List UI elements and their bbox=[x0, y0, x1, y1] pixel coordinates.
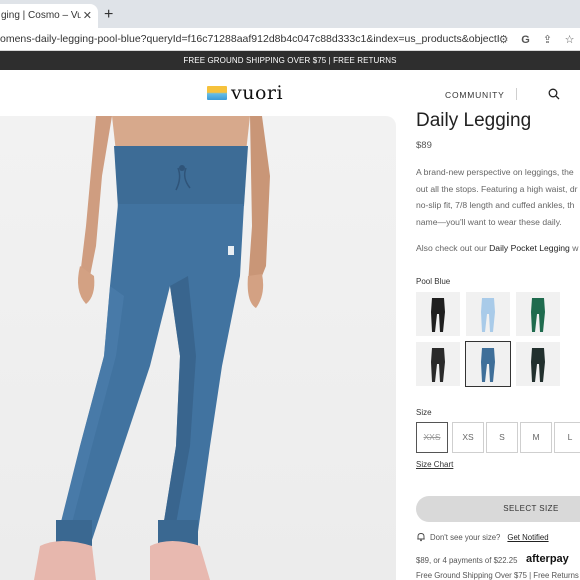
swatch-light-blue[interactable] bbox=[466, 292, 510, 336]
nav-divider bbox=[516, 88, 517, 100]
product-title: Daily Legging bbox=[416, 110, 532, 131]
logo-mark-icon bbox=[207, 86, 227, 100]
get-notified-link[interactable]: Get Notified bbox=[507, 533, 548, 542]
swatch-legging-thumbnail bbox=[431, 298, 445, 332]
also-check-out: Also check out our Daily Pocket Legging … bbox=[416, 243, 578, 253]
daily-pocket-legging-link[interactable]: Daily Pocket Legging bbox=[489, 243, 570, 253]
tab-title: ging | Cosmo – Vuori bbox=[1, 10, 81, 21]
search-icon[interactable] bbox=[548, 88, 560, 100]
also-prefix: Also check out our bbox=[416, 243, 490, 253]
product-price: $89 bbox=[416, 140, 432, 151]
announcement-bar: FREE GROUND SHIPPING OVER $75 | FREE RET… bbox=[0, 51, 580, 70]
size-l-button[interactable]: L bbox=[554, 422, 580, 453]
installments-text: $89, or 4 payments of $22.25 bbox=[416, 556, 518, 565]
size-chart-link[interactable]: Size Chart bbox=[416, 460, 453, 469]
size-m-button[interactable]: M bbox=[520, 422, 552, 453]
new-tab-button[interactable]: + bbox=[104, 5, 113, 25]
browser-tab-bar: ging | Cosmo – Vuori ✕ + bbox=[0, 0, 580, 28]
close-icon[interactable]: ✕ bbox=[83, 4, 92, 28]
logo[interactable]: vuori bbox=[207, 82, 284, 104]
bookmark-star-icon[interactable]: ☆ bbox=[563, 33, 576, 46]
swatch-pool-blue[interactable] bbox=[465, 341, 511, 387]
logo-text: vuori bbox=[231, 82, 284, 104]
get-notified-row: Don't see your size? Get Notified bbox=[416, 532, 549, 542]
url-text[interactable]: omens-daily-legging-pool-blue?queryId=f1… bbox=[0, 28, 500, 51]
bell-icon bbox=[417, 533, 425, 542]
also-suffix: w bbox=[569, 243, 579, 253]
size-xs-button[interactable]: XS bbox=[452, 422, 484, 453]
nav-community-link[interactable]: COMMUNITY bbox=[445, 90, 505, 100]
browser-toolbar-icons: ⚙ G ⇪ ☆ bbox=[497, 28, 576, 51]
legging-model-illustration bbox=[34, 116, 270, 580]
share-icon[interactable]: ⇪ bbox=[541, 33, 554, 46]
notify-text: Don't see your size? bbox=[430, 532, 501, 542]
swatch-black-2[interactable] bbox=[416, 342, 460, 386]
swatch-charcoal[interactable] bbox=[516, 342, 560, 386]
swatch-legging-thumbnail bbox=[481, 348, 495, 382]
product-description: A brand-new perspective on leggings, the… bbox=[416, 167, 578, 227]
size-s-button[interactable]: S bbox=[486, 422, 518, 453]
google-icon[interactable]: G bbox=[519, 34, 532, 46]
swatch-legging-thumbnail bbox=[481, 298, 495, 332]
swatch-legging-thumbnail bbox=[531, 298, 545, 332]
swatch-legging-thumbnail bbox=[531, 348, 545, 382]
color-label: Pool Blue bbox=[416, 277, 451, 286]
swatch-black[interactable] bbox=[416, 292, 460, 336]
browser-tab[interactable]: ging | Cosmo – Vuori ✕ bbox=[0, 4, 98, 28]
swatch-legging-thumbnail bbox=[431, 348, 445, 382]
select-size-button[interactable]: SELECT SIZE bbox=[416, 496, 580, 522]
address-bar: omens-daily-legging-pool-blue?queryId=f1… bbox=[0, 28, 580, 51]
swatch-green[interactable] bbox=[516, 292, 560, 336]
shipping-info: Free Ground Shipping Over $75 | Free Ret… bbox=[416, 571, 579, 580]
product-image[interactable] bbox=[0, 116, 396, 580]
size-label: Size bbox=[416, 408, 432, 417]
extension-icon[interactable]: ⚙ bbox=[497, 33, 510, 46]
afterpay-logo[interactable]: afterpay bbox=[526, 553, 569, 565]
size-xxs-button[interactable]: XXS bbox=[416, 422, 448, 453]
